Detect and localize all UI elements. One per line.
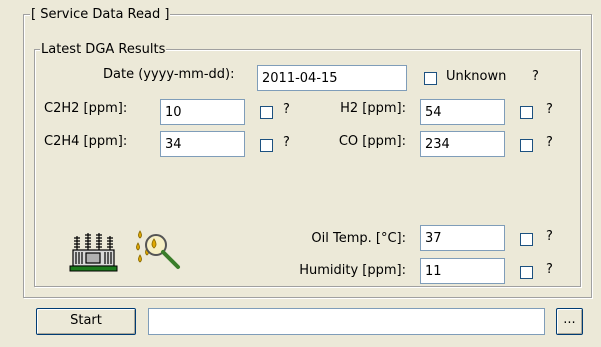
humidity-label: Humidity [ppm]:: [299, 263, 406, 278]
start-button[interactable]: Start: [36, 308, 136, 335]
date-help-mark: ?: [532, 69, 539, 84]
co-help-mark: ?: [546, 135, 553, 150]
c2h4-help-mark: ?: [283, 135, 290, 150]
c2h4-checkbox[interactable]: [260, 139, 273, 152]
service-data-read-title: [ Service Data Read ]: [30, 7, 171, 22]
oil-temp-checkbox[interactable]: [520, 233, 533, 246]
date-unknown-label: Unknown: [446, 69, 507, 84]
h2-field[interactable]: 54: [420, 99, 505, 125]
h2-label: H2 [ppm]:: [340, 101, 406, 116]
date-unknown-checkbox[interactable]: [424, 72, 437, 85]
humidity-field[interactable]: 11: [420, 258, 505, 284]
h2-checkbox[interactable]: [520, 106, 533, 119]
date-label: Date (yyyy-mm-dd):: [103, 67, 235, 82]
c2h2-field[interactable]: 10: [160, 99, 245, 125]
status-field[interactable]: [148, 308, 545, 335]
oil-drops-magnifier-icon: [136, 230, 180, 269]
c2h4-field[interactable]: 34: [160, 131, 245, 157]
c2h4-label: C2H4 [ppm]:: [44, 134, 128, 149]
co-label: CO [ppm]:: [338, 134, 406, 149]
c2h2-help-mark: ?: [283, 102, 290, 117]
c2h2-checkbox[interactable]: [260, 106, 273, 119]
co-checkbox[interactable]: [520, 139, 533, 152]
humidity-help-mark: ?: [546, 262, 553, 277]
dga-results-title: Latest DGA Results: [40, 42, 167, 57]
co-field[interactable]: 234: [420, 131, 505, 157]
c2h2-label: C2H2 [ppm]:: [44, 101, 128, 116]
browse-button[interactable]: ...: [556, 308, 583, 335]
oil-temp-help-mark: ?: [546, 229, 553, 244]
service-data-read-panel: { "outer_group": { "title": "[ Service D…: [0, 0, 601, 347]
transformer-icon: [69, 233, 118, 272]
oil-temp-field[interactable]: 37: [420, 225, 505, 251]
oil-temp-label: Oil Temp. [°C]:: [311, 231, 406, 246]
h2-help-mark: ?: [546, 102, 553, 117]
date-field[interactable]: 2011-04-15: [257, 65, 407, 91]
humidity-checkbox[interactable]: [520, 266, 533, 279]
